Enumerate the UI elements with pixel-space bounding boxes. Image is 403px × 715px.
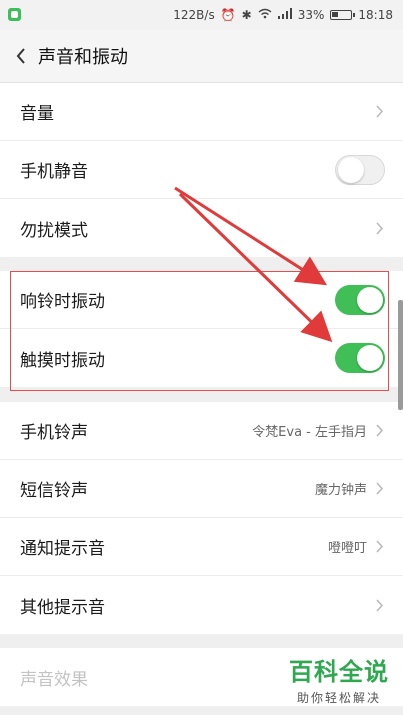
battery-percent: 33% xyxy=(297,8,325,22)
row-label: 触摸时振动 xyxy=(20,350,105,371)
row-label: 音量 xyxy=(20,104,54,124)
settings-group-vibration: 响铃时振动 触摸时振动 xyxy=(0,271,403,387)
watermark-logo: 百科全说 助你轻松解决 xyxy=(289,652,389,706)
vibrate-on-touch-toggle[interactable] xyxy=(335,343,385,373)
vibrate-on-touch-row: 触摸时振动 xyxy=(0,329,403,387)
vibrate-on-ring-toggle[interactable] xyxy=(335,284,385,315)
alarm-icon: ⏰ xyxy=(220,8,236,22)
chevron-right-icon xyxy=(375,221,385,235)
back-arrow-icon[interactable] xyxy=(6,30,36,82)
wifi-icon xyxy=(258,8,272,22)
chevron-right-icon xyxy=(375,598,385,612)
vibrate-on-ring-row: 响铃时振动 xyxy=(0,271,403,329)
battery-icon xyxy=(330,10,356,20)
notification-sound-row[interactable]: 通知提示音 噔噔叮 xyxy=(0,518,403,576)
toggle-knob xyxy=(357,286,383,313)
clock-time: 18:18 xyxy=(358,8,393,22)
settings-group-ringtones: 手机铃声 令梵Eva - 左手指月 短信铃声 魔力钟声 通知提示音 噔噔叮 其他… xyxy=(0,402,403,634)
watermark-main: 百科全说 xyxy=(289,658,389,686)
signal-icon xyxy=(277,8,292,22)
toggle-knob xyxy=(338,156,364,183)
do-not-disturb-row[interactable]: 勿扰模式 xyxy=(0,199,403,257)
chevron-right-icon xyxy=(375,540,385,553)
row-label: 通知提示音 xyxy=(20,539,105,559)
volume-row[interactable]: 音量 xyxy=(0,83,403,141)
silent-mode-toggle[interactable] xyxy=(335,154,385,185)
row-value: 噔噔叮 xyxy=(327,541,367,556)
sms-ringtone-row[interactable]: 短信铃声 魔力钟声 xyxy=(0,460,403,518)
scrollbar[interactable] xyxy=(398,300,403,410)
phone-ringtone-row[interactable]: 手机铃声 令梵Eva - 左手指月 xyxy=(0,402,403,460)
chevron-right-icon xyxy=(375,105,385,118)
status-bar: 122B/s ⏰ ✱ 33% 18:18 xyxy=(0,0,403,30)
row-value: 魔力钟声 xyxy=(314,483,367,498)
status-bar-right: 122B/s ⏰ ✱ 33% 18:18 xyxy=(173,0,393,30)
page-title: 声音和振动 xyxy=(38,47,128,68)
toggle-knob xyxy=(357,345,383,371)
chevron-right-icon xyxy=(375,482,385,495)
row-label: 短信铃声 xyxy=(20,481,88,501)
app-notification-icon xyxy=(8,8,21,21)
settings-group-basic: 音量 手机静音 勿扰模式 xyxy=(0,83,403,257)
bluetooth-icon: ✱ xyxy=(241,8,252,22)
row-label: 响铃时振动 xyxy=(20,292,105,312)
app-header: 声音和振动 xyxy=(0,30,403,83)
chevron-right-icon xyxy=(375,424,385,437)
other-sounds-row[interactable]: 其他提示音 xyxy=(0,576,403,634)
row-label: 手机静音 xyxy=(20,162,88,182)
network-speed: 122B/s xyxy=(173,8,215,22)
row-label: 手机铃声 xyxy=(20,423,88,443)
row-label: 其他提示音 xyxy=(20,597,105,618)
silent-mode-row: 手机静音 xyxy=(0,141,403,199)
row-label: 勿扰模式 xyxy=(20,220,88,241)
row-value: 令梵Eva - 左手指月 xyxy=(252,425,367,440)
watermark-sub: 助你轻松解决 xyxy=(296,691,381,705)
